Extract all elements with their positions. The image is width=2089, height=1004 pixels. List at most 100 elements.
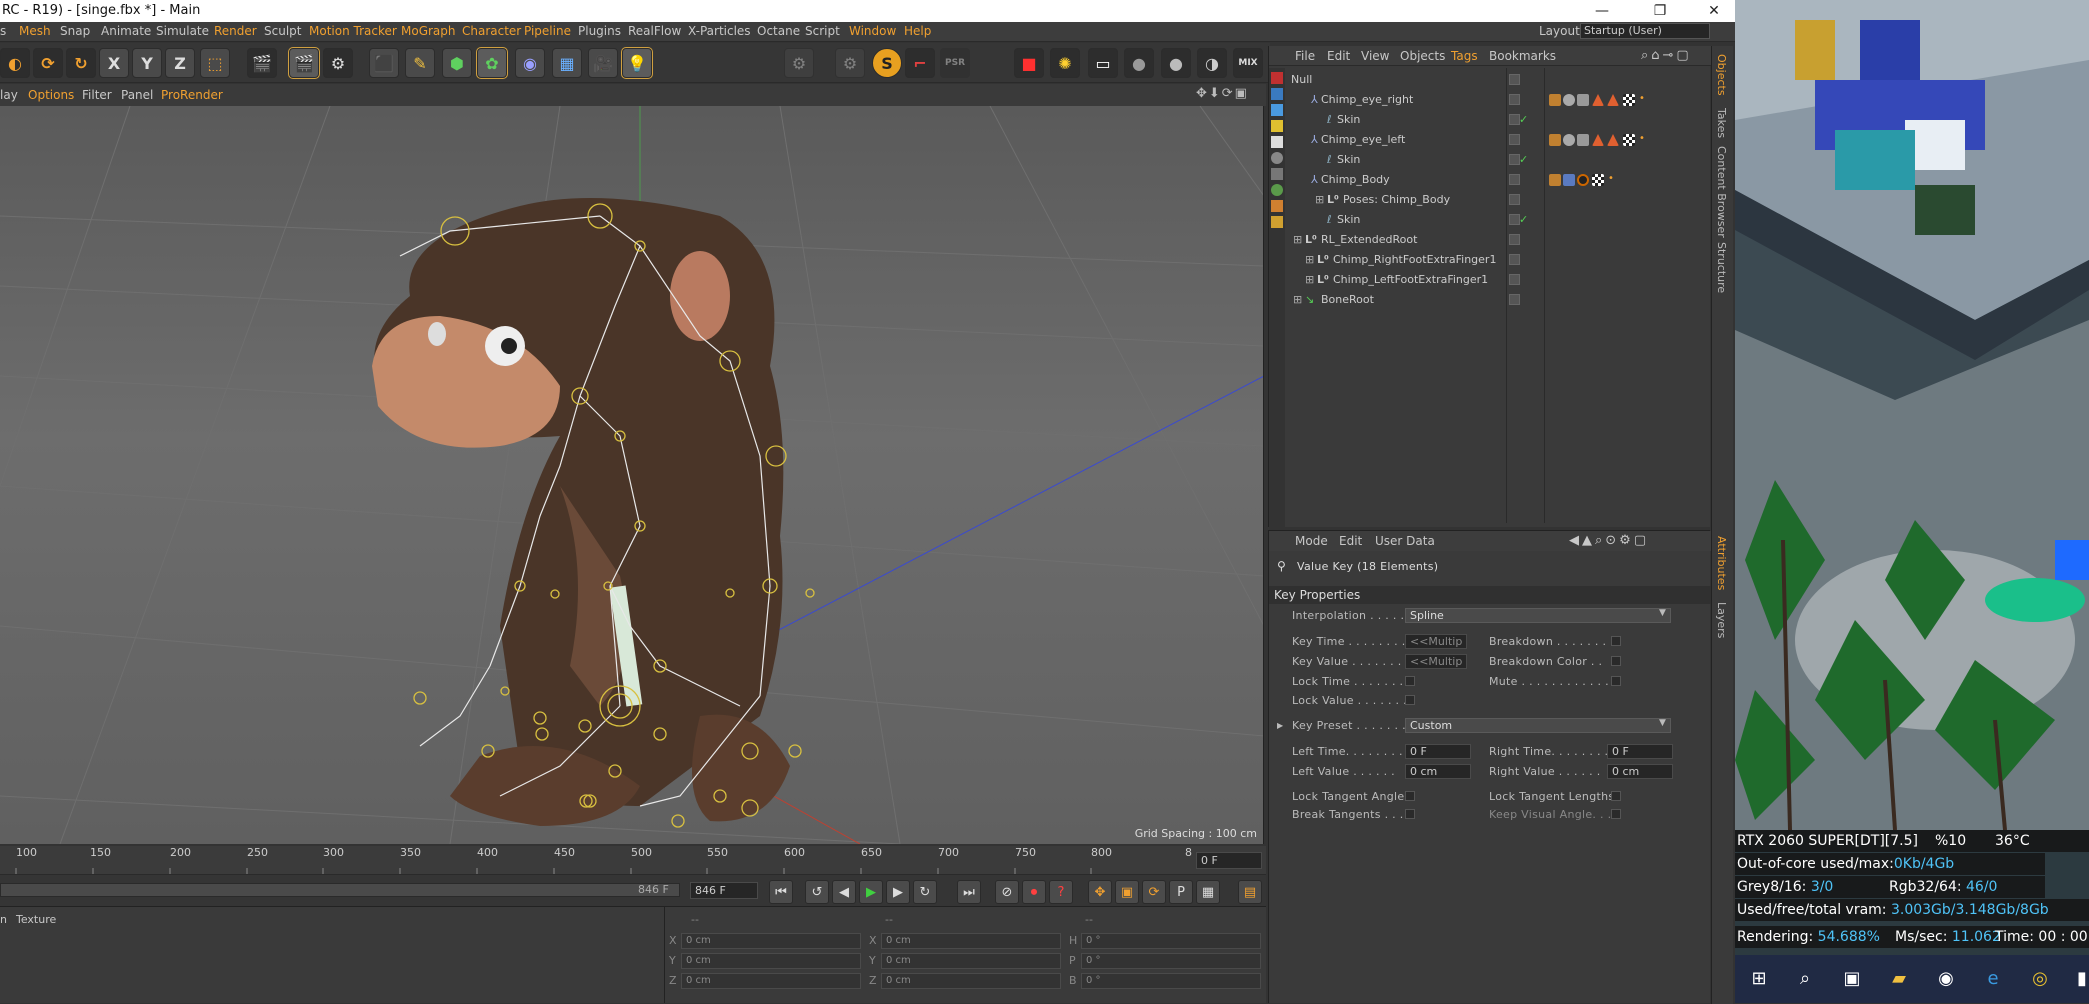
obj-manager-nav-icons[interactable]: ⌕⌂⊸▢ [1641,48,1692,63]
size-y-field[interactable]: 0 cm [881,953,1061,969]
material-menu-texture[interactable]: Texture [16,913,56,926]
menu-item-snap[interactable]: Snap [60,24,90,38]
octane-mix-icon[interactable]: ◑ [1197,48,1227,78]
attr-menu-user-data[interactable]: User Data [1375,534,1435,548]
record-active-icon[interactable]: ⏺ [1022,880,1046,904]
close-icon[interactable]: ✕ [1692,0,1736,22]
uvw-tag-icon[interactable] [1623,134,1635,146]
visibility-toggle[interactable] [1509,194,1520,205]
position-y-field[interactable]: 0 cm [681,953,861,969]
menu-item[interactable]: s [0,24,6,38]
uvw-tag-icon[interactable] [1592,174,1604,186]
cube-icon[interactable]: ⬛ [369,48,399,78]
render-settings-icon[interactable]: ⚙ [323,48,353,78]
expand-triangle-icon[interactable]: ▶ [1277,721,1283,730]
restore-icon[interactable]: ❐ [1638,0,1682,22]
viewport-nav-icons[interactable]: ✥⬇⟳▣ [1196,86,1249,101]
right-time-field[interactable]: 0 F [1607,744,1673,759]
rotation-b-field[interactable]: 0 ° [1081,973,1261,989]
texture-tag-icon[interactable] [1549,94,1561,106]
axis-y-button[interactable]: Y [132,48,162,78]
mute-checkbox[interactable] [1611,676,1621,686]
object-row-left-foot-extra-finger[interactable]: ⊞ L⁰ Chimp_LeftFootExtraFinger1 [1287,270,1709,290]
key-rotation-icon[interactable]: ⟳ [1142,880,1166,904]
material-menu-function[interactable]: n [0,913,7,926]
attr-nav-icons[interactable]: ◀▲⌕⊙⚙▢ [1569,533,1649,548]
obj-menu-bookmarks[interactable]: Bookmarks [1489,49,1556,63]
live-selection-icon[interactable]: ◐ [0,48,30,78]
render-picture-viewer-icon[interactable]: 🎬 [288,47,320,79]
area-icon[interactable] [1271,136,1283,148]
menu-item-sculpt[interactable]: Sculpt [264,24,301,38]
key-preset-select[interactable]: Custom [1405,718,1671,733]
octane-glossy-icon[interactable]: ● [1161,48,1191,78]
environment-icon[interactable] [1271,184,1283,196]
right-value-field[interactable]: 0 cm [1607,764,1673,779]
rotate-icon[interactable]: ↻ [66,48,96,78]
object-row-skin[interactable]: ℓ Skin ✓ [1287,210,1709,230]
floor-icon[interactable]: ▦ [552,48,582,78]
menu-item-render[interactable]: Render [214,24,257,38]
viewport-menu-prorender[interactable]: ProRender [161,88,223,102]
bookmark-icon[interactable] [1271,216,1283,228]
expand-icon[interactable]: ⊞ [1293,230,1302,250]
lock-value-checkbox[interactable] [1405,695,1415,705]
expand-icon[interactable]: ⊞ [1315,190,1324,210]
key-position-icon[interactable]: ✥ [1088,880,1112,904]
file-explorer-icon[interactable]: ▰ [1887,967,1911,991]
tag-icon[interactable] [1271,200,1283,212]
enabled-check-icon[interactable]: ✓ [1519,150,1528,170]
object-row-right-foot-extra-finger[interactable]: ⊞ L⁰ Chimp_RightFootExtraFinger1 [1287,250,1709,270]
cube-icon[interactable] [1271,104,1283,116]
current-frame-field[interactable]: 0 F [1196,852,1262,869]
breakdown-color-checkbox[interactable] [1611,656,1621,666]
menu-item-animate[interactable]: Animate [101,24,151,38]
object-row-chimp-body[interactable]: ⅄ Chimp_Body • [1287,170,1709,190]
edge-browser-icon[interactable]: e [1981,967,2005,991]
transform-icon[interactable]: ⌐ [905,48,935,78]
object-row-null[interactable]: Null [1287,70,1709,90]
expand-icon[interactable]: ⊞ [1293,290,1302,310]
attr-menu-mode[interactable]: Mode [1295,534,1328,548]
key-parameter-icon[interactable]: P [1169,880,1193,904]
size-z-field[interactable]: 0 cm [881,973,1061,989]
end-frame-field[interactable]: 846 F [690,882,758,899]
viewport-menu-filter[interactable]: Filter [82,88,112,102]
viewport-3d[interactable]: Grid Spacing : 100 cm [0,106,1264,844]
attr-menu-edit[interactable]: Edit [1339,534,1362,548]
visibility-toggle[interactable] [1509,94,1520,105]
obj-menu-file[interactable]: File [1295,49,1315,63]
object-row-chimp-eye-left[interactable]: ⅄ Chimp_eye_left • [1287,130,1709,150]
menu-item-plugins[interactable]: Plugins [578,24,621,38]
material-tag-icon[interactable] [1563,94,1575,106]
left-time-field[interactable]: 0 F [1405,744,1471,759]
selection-tag-icon[interactable]: • [1639,134,1651,146]
obj-menu-objects[interactable]: Objects [1400,49,1445,63]
camera-icon[interactable] [1271,168,1283,180]
key-time-field[interactable]: <<Multip [1405,634,1467,649]
mesh-icon[interactable] [1271,88,1283,100]
rotation-p-field[interactable]: 0 ° [1081,953,1261,969]
interpolation-select[interactable]: Spline [1405,608,1671,623]
tab-layers[interactable]: Layers [1715,602,1728,638]
play-icon[interactable]: ▶ [859,880,883,904]
octane-mix-button[interactable]: MIX [1233,48,1263,78]
light-icon[interactable]: 💡 [621,47,653,79]
pen-icon[interactable]: ✎ [405,48,435,78]
tab-attributes[interactable]: Attributes [1715,536,1728,590]
octane-render-preview[interactable]: RTX 2060 SUPER[DT][7.5] %10 36°C Out-of-… [1735,0,2089,955]
visibility-toggle[interactable] [1509,74,1520,85]
object-row-rl-extendedroot[interactable]: ⊞ L⁰ RL_ExtendedRoot [1287,230,1709,250]
windows-start-icon[interactable]: ⊞ [1747,967,1771,991]
tab-content-browser[interactable]: Content Browser [1715,146,1728,238]
menu-item-mograph[interactable]: MoGraph [401,24,456,38]
key-pla-icon[interactable]: ▦ [1196,880,1220,904]
menu-item-character[interactable]: Character [462,24,521,38]
menu-item-help[interactable]: Help [904,24,931,38]
obj-menu-tags[interactable]: Tags [1451,49,1478,63]
go-to-start-icon[interactable]: ⏮ [769,880,793,904]
record-off-icon[interactable]: ⊘ [995,880,1019,904]
enabled-check-icon[interactable]: ✓ [1519,110,1528,130]
keep-visual-angle-checkbox[interactable] [1611,809,1621,819]
app-icon[interactable]: ▮ [2070,967,2089,991]
